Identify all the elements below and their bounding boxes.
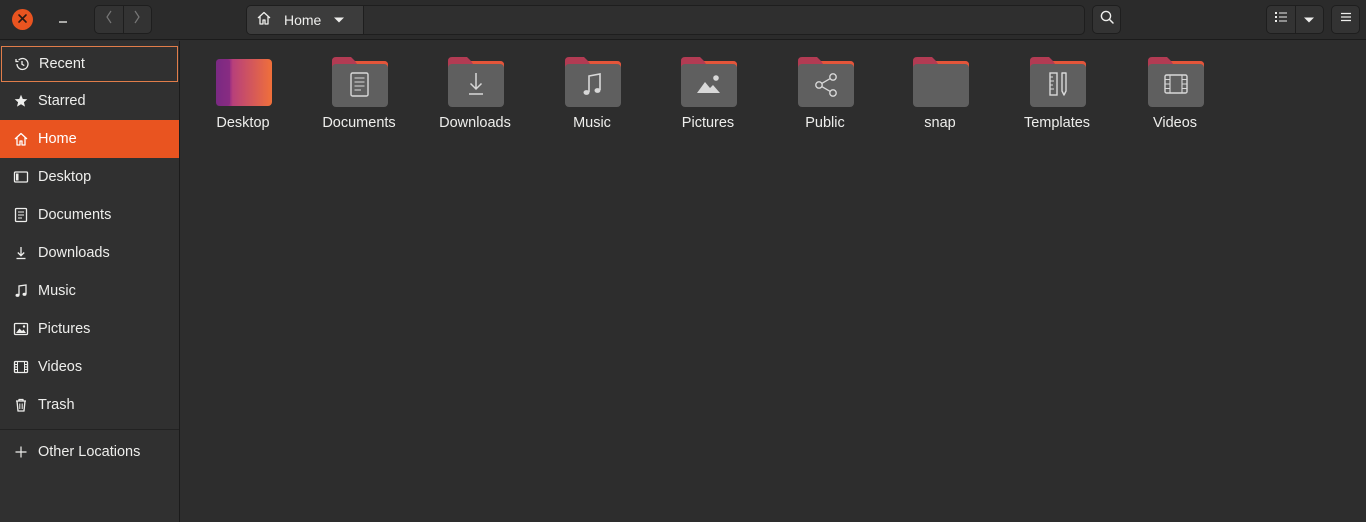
list-view-icon <box>1274 10 1288 29</box>
file-item-snap[interactable]: snap <box>882 53 998 143</box>
file-grid: Desktop Documents Downloads Music Pictur… <box>181 41 1366 522</box>
sidebar-item-label: Starred <box>38 93 86 109</box>
file-item-downloads[interactable]: Downloads <box>417 53 533 143</box>
sidebar-item-label: Pictures <box>38 321 91 337</box>
sidebar-item-label: Music <box>38 283 76 299</box>
file-item-public[interactable]: Public <box>767 53 883 143</box>
sidebar-item-starred[interactable]: Starred <box>0 82 179 120</box>
sidebar-item-videos[interactable]: Videos <box>0 348 179 386</box>
view-options-button[interactable] <box>1294 6 1324 33</box>
back-button[interactable] <box>95 6 123 33</box>
star-icon <box>12 92 30 110</box>
file-name: Pictures <box>681 115 735 131</box>
search-icon <box>1099 9 1115 30</box>
navigation-buttons <box>94 5 152 34</box>
file-name: Downloads <box>439 115 511 131</box>
sidebar-item-label: Home <box>38 131 77 147</box>
view-buttons <box>1266 5 1324 34</box>
templates-folder-icon <box>1029 55 1087 109</box>
close-button[interactable] <box>12 9 33 30</box>
header-bar: Home <box>0 0 1366 40</box>
file-item-desktop[interactable]: Desktop <box>185 53 301 143</box>
clock-icon <box>13 55 31 73</box>
file-name: Music <box>573 115 611 131</box>
sidebar-item-label: Recent <box>39 56 85 72</box>
chevron-left-icon <box>104 9 114 30</box>
file-name: snap <box>924 115 956 131</box>
minimize-icon <box>58 11 68 29</box>
sidebar-item-pictures[interactable]: Pictures <box>0 310 179 348</box>
file-name: Desktop <box>216 115 270 131</box>
downloads-folder-icon <box>447 55 505 109</box>
desktop-folder-icon <box>215 55 273 109</box>
sidebar-separator <box>0 429 179 430</box>
public-folder-icon <box>797 55 855 109</box>
list-view-button[interactable] <box>1267 6 1295 33</box>
sidebar-item-desktop[interactable]: Desktop <box>0 158 179 196</box>
main-menu-button[interactable] <box>1331 5 1360 34</box>
sidebar-item-music[interactable]: Music <box>0 272 179 310</box>
trash-icon <box>12 396 30 414</box>
sidebar-item-documents[interactable]: Documents <box>0 196 179 234</box>
pictures-folder-icon <box>680 55 738 109</box>
music-folder-icon <box>564 55 622 109</box>
file-name: Documents <box>322 115 396 131</box>
sidebar-item-trash[interactable]: Trash <box>0 386 179 424</box>
home-icon <box>256 10 272 31</box>
sidebar-item-label: Videos <box>38 359 83 375</box>
sidebar-item-other-locations[interactable]: Other Locations <box>0 433 179 471</box>
file-name: Templates <box>1023 115 1091 131</box>
sidebar-item-downloads[interactable]: Downloads <box>0 234 179 272</box>
path-label: Home <box>284 12 322 28</box>
music-icon <box>12 282 30 300</box>
caret-down-icon[interactable] <box>333 16 345 24</box>
documents-folder-icon <box>331 55 389 109</box>
download-icon <box>12 244 30 262</box>
file-item-documents[interactable]: Documents <box>301 53 417 143</box>
hamburger-menu-icon <box>1339 10 1353 29</box>
file-item-templates[interactable]: Templates <box>999 53 1115 143</box>
file-item-music[interactable]: Music <box>534 53 650 143</box>
file-name: Videos <box>1152 115 1198 131</box>
minimize-button[interactable] <box>52 9 74 31</box>
path-home-button[interactable]: Home <box>247 6 364 34</box>
videos-folder-icon <box>1147 55 1205 109</box>
plus-icon <box>12 443 30 461</box>
sidebar-item-label: Documents <box>38 207 112 223</box>
caret-down-icon <box>1303 11 1315 29</box>
file-item-videos[interactable]: Videos <box>1117 53 1233 143</box>
sidebar: Recent Starred Home Desktop Documents Do… <box>0 41 180 522</box>
picture-icon <box>12 320 30 338</box>
sidebar-item-label: Desktop <box>38 169 92 185</box>
search-button[interactable] <box>1092 5 1121 34</box>
video-icon <box>12 358 30 376</box>
home-icon <box>12 130 30 148</box>
file-name: Public <box>805 115 845 131</box>
sidebar-item-label: Other Locations <box>38 444 141 460</box>
close-icon <box>17 11 28 29</box>
sidebar-item-recent[interactable]: Recent <box>1 46 178 82</box>
document-icon <box>12 206 30 224</box>
sidebar-item-home[interactable]: Home <box>0 120 179 158</box>
forward-button[interactable] <box>122 6 152 33</box>
path-bar[interactable]: Home <box>246 5 1085 35</box>
sidebar-item-label: Downloads <box>38 245 110 261</box>
chevron-right-icon <box>132 9 142 30</box>
folder-icon <box>912 55 970 109</box>
desktop-icon <box>12 168 30 186</box>
file-item-pictures[interactable]: Pictures <box>650 53 766 143</box>
sidebar-item-label: Trash <box>38 397 75 413</box>
